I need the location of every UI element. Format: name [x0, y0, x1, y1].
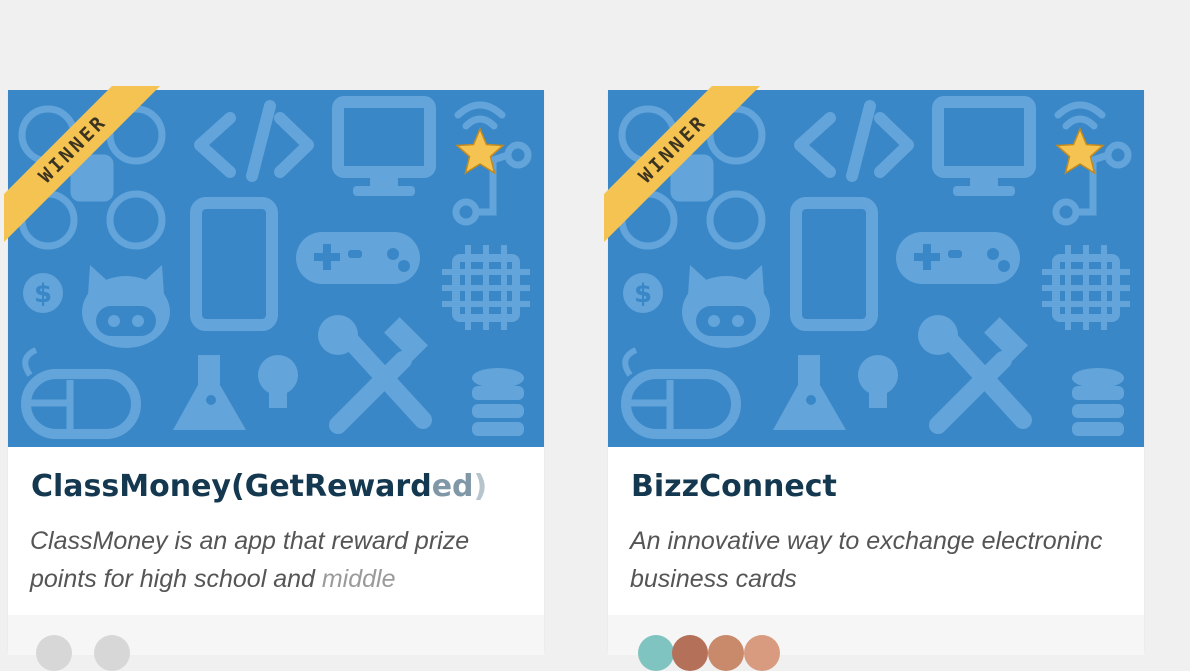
avatar[interactable] — [638, 635, 674, 671]
project-card[interactable]: WINNER BizzConnect An innovative way to … — [604, 86, 1144, 671]
winner-badge-label: WINNER — [604, 86, 764, 243]
card-footer — [8, 615, 544, 671]
winner-badge-label: WINNER — [4, 86, 164, 243]
project-tagline: ClassMoney is an app that reward prize p… — [30, 527, 470, 593]
avatar[interactable] — [36, 635, 72, 671]
project-title[interactable]: BizzConnect — [631, 469, 1134, 504]
avatar[interactable] — [708, 635, 744, 671]
star-icon — [1055, 127, 1105, 175]
project-card[interactable]: WINNER ClassMoney(GetRewarded) ClassMone… — [4, 86, 544, 671]
winner-ribbon: WINNER — [604, 86, 764, 246]
winner-ribbon: WINNER — [4, 86, 164, 246]
star-icon — [455, 127, 505, 175]
avatar[interactable] — [94, 635, 130, 671]
avatar[interactable] — [744, 635, 780, 671]
project-title[interactable]: ClassMoney(GetRewarded) — [31, 469, 534, 504]
avatar[interactable] — [672, 635, 708, 671]
card-body: ClassMoney(GetRewarded) ClassMoney is an… — [8, 447, 544, 615]
card-body: BizzConnect An innovative way to exchang… — [608, 447, 1144, 615]
project-tagline: An innovative way to exchange electronin… — [630, 527, 1103, 593]
card-footer — [608, 615, 1144, 671]
